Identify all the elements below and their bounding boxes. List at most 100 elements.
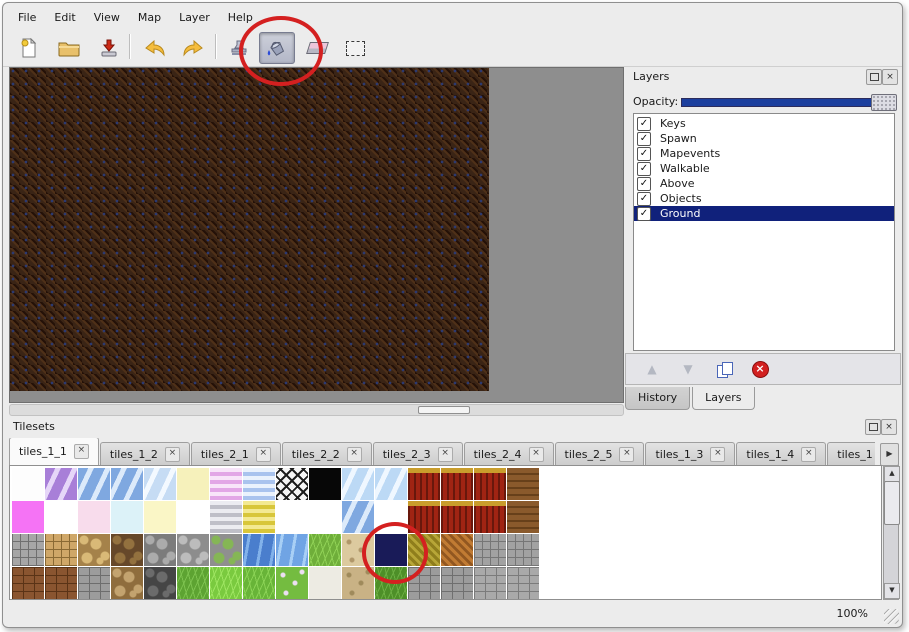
save-file-button[interactable] [91,32,127,64]
tile-r1-c3[interactable] [78,468,110,500]
menu-edit[interactable]: Edit [45,8,84,28]
tilesets-panel-float-button[interactable] [865,419,881,435]
tile-r1-c16[interactable] [507,468,539,500]
tileset-tab-tiles_2_1[interactable]: tiles_2_1× [191,442,281,465]
map-canvas[interactable] [9,67,624,403]
eraser-tool-button[interactable] [299,32,335,64]
tab-scroll-right-button[interactable]: ▶ [880,443,899,466]
open-file-button[interactable] [51,32,87,64]
layer-row-keys[interactable]: ✓Keys [634,116,894,131]
panel-tab-history[interactable]: History [625,387,690,410]
tab-close-button[interactable]: × [438,447,453,462]
tile-r2-c1[interactable] [12,501,44,533]
resize-grip[interactable] [884,609,899,624]
tile-r2-c9[interactable] [276,501,308,533]
tile-r1-c7[interactable] [210,468,242,500]
opacity-slider[interactable] [681,98,895,107]
tile-r2-c7[interactable] [210,501,242,533]
map-horizontal-scrollbar[interactable] [9,404,624,416]
map-painted-tiles[interactable] [10,68,489,391]
panel-tab-layers[interactable]: Layers [692,387,754,410]
fill-tool-button[interactable] [259,32,295,64]
layer-visibility-checkbox[interactable]: ✓ [637,177,651,191]
tile-r4-c6[interactable] [177,567,209,599]
tile-r1-c8[interactable] [243,468,275,500]
tile-r1-c6[interactable] [177,468,209,500]
layers-panel-close-button[interactable]: × [882,69,898,85]
tile-r3-c9[interactable] [276,534,308,566]
tile-r3-c5[interactable] [144,534,176,566]
menu-layer[interactable]: Layer [170,8,219,28]
layer-row-mapevents[interactable]: ✓Mapevents [634,146,894,161]
tile-r2-c16[interactable] [507,501,539,533]
stamp-tool-button[interactable] [221,32,257,64]
layer-visibility-checkbox[interactable]: ✓ [637,192,651,206]
layer-visibility-checkbox[interactable]: ✓ [637,147,651,161]
tile-r3-c4[interactable] [111,534,143,566]
raise-layer-button[interactable]: ▲ [642,359,662,379]
tilesets-panel-close-button[interactable]: × [881,419,897,435]
tile-r1-c1[interactable] [12,468,44,500]
redo-button[interactable] [175,32,211,64]
scroll-down-button[interactable]: ▼ [884,583,900,599]
tile-r4-c10[interactable] [309,567,341,599]
tile-r2-c4[interactable] [111,501,143,533]
tile-r3-c14[interactable] [441,534,473,566]
undo-button[interactable] [137,32,173,64]
tile-r2-c6[interactable] [177,501,209,533]
tile-r3-c13[interactable] [408,534,440,566]
tab-close-button[interactable]: × [801,447,816,462]
tileset-tab-tiles_1_2[interactable]: tiles_1_2× [100,442,190,465]
tile-r1-c12[interactable] [375,468,407,500]
tile-r4-c9[interactable] [276,567,308,599]
tileset-tab-tiles_1_4[interactable]: tiles_1_4× [736,442,826,465]
menu-file[interactable]: File [9,8,45,28]
delete-layer-button[interactable]: × [750,359,770,379]
tile-r4-c12[interactable] [375,567,407,599]
tile-r1-c4[interactable] [111,468,143,500]
tile-r4-c1[interactable] [12,567,44,599]
layer-row-spawn[interactable]: ✓Spawn [634,131,894,146]
lower-layer-button[interactable]: ▼ [678,359,698,379]
tile-r1-c11[interactable] [342,468,374,500]
tile-r3-c8[interactable] [243,534,275,566]
tile-r1-c10[interactable] [309,468,341,500]
tab-close-button[interactable]: × [256,447,271,462]
tile-r3-c15[interactable] [474,534,506,566]
layer-row-walkable[interactable]: ✓Walkable [634,161,894,176]
tile-r3-c10[interactable] [309,534,341,566]
tile-r2-c10[interactable] [309,501,341,533]
rect-select-tool-button[interactable] [337,32,373,64]
tileset-tab-tiles_1[interactable]: tiles_1× [827,442,875,465]
tile-r2-c2[interactable] [45,501,77,533]
tile-r2-c14[interactable] [441,501,473,533]
tile-r3-c6[interactable] [177,534,209,566]
layer-visibility-checkbox[interactable]: ✓ [637,132,651,146]
tile-r2-c13[interactable] [408,501,440,533]
tile-r1-c15[interactable] [474,468,506,500]
tab-close-button[interactable]: × [710,447,725,462]
tileset-tab-tiles_2_5[interactable]: tiles_2_5× [555,442,645,465]
tile-r4-c14[interactable] [441,567,473,599]
tileset-tab-tiles_1_1[interactable]: tiles_1_1× [9,438,99,465]
tile-r4-c16[interactable] [507,567,539,599]
scroll-up-button[interactable]: ▲ [884,466,900,482]
tile-r4-c13[interactable] [408,567,440,599]
opacity-slider-handle[interactable] [871,94,897,111]
tile-r4-c11[interactable] [342,567,374,599]
tab-close-button[interactable]: × [74,444,89,459]
tile-r4-c15[interactable] [474,567,506,599]
tile-r2-c3[interactable] [78,501,110,533]
layers-panel-float-button[interactable] [866,69,882,85]
tile-r4-c7[interactable] [210,567,242,599]
tileset-tab-tiles_2_3[interactable]: tiles_2_3× [373,442,463,465]
menu-help[interactable]: Help [219,8,262,28]
menu-map[interactable]: Map [129,8,170,28]
tab-close-button[interactable]: × [619,447,634,462]
tileset-vertical-scrollbar[interactable]: ▲ ▼ [883,465,899,600]
tile-r4-c8[interactable] [243,567,275,599]
tile-r1-c2[interactable] [45,468,77,500]
scrollbar-handle[interactable] [884,481,900,525]
tileset-tab-tiles_2_2[interactable]: tiles_2_2× [282,442,372,465]
layer-row-objects[interactable]: ✓Objects [634,191,894,206]
